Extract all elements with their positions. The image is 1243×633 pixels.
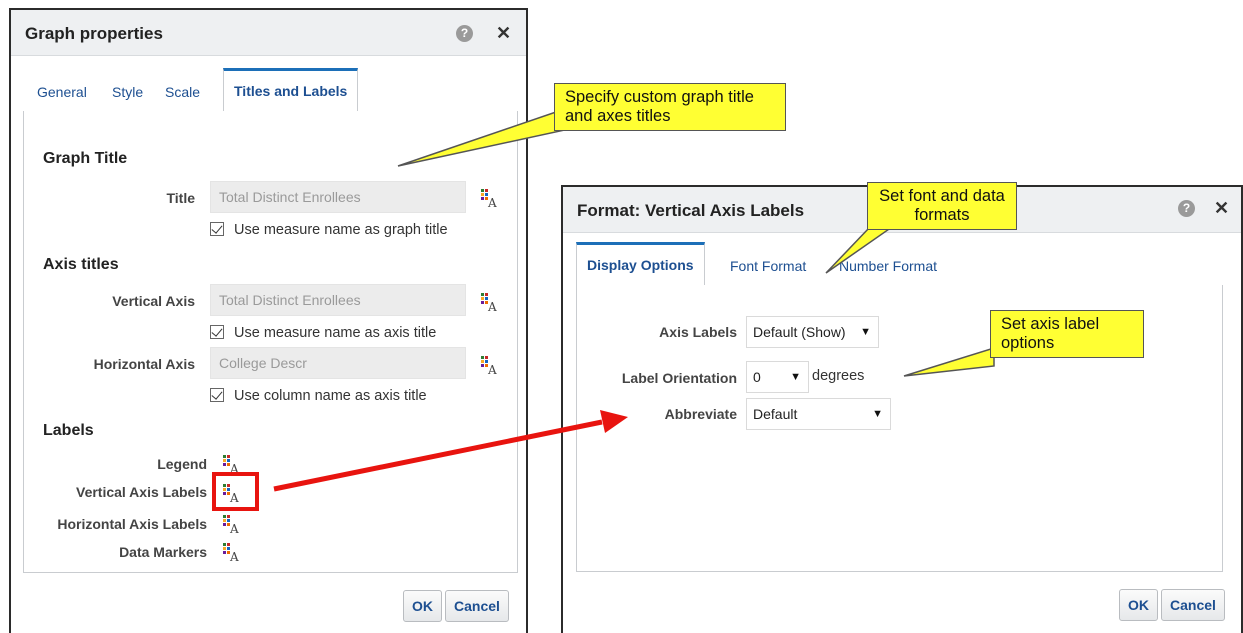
red-arrow-head — [600, 410, 628, 433]
fonts-callout-pointer — [825, 226, 895, 274]
axis-labels-callout: Set axis label options — [990, 310, 1144, 358]
titles-callout: Specify custom graph title and axes titl… — [554, 83, 786, 131]
fonts-callout: Set font and data formats — [867, 182, 1017, 230]
red-arrow-line — [273, 419, 603, 492]
titles-callout-pointer — [397, 111, 576, 167]
screenshot-stage: Graph properties ? ✕ General Style Scale… — [0, 0, 1243, 633]
axis-labels-callout-pointer — [903, 346, 995, 377]
